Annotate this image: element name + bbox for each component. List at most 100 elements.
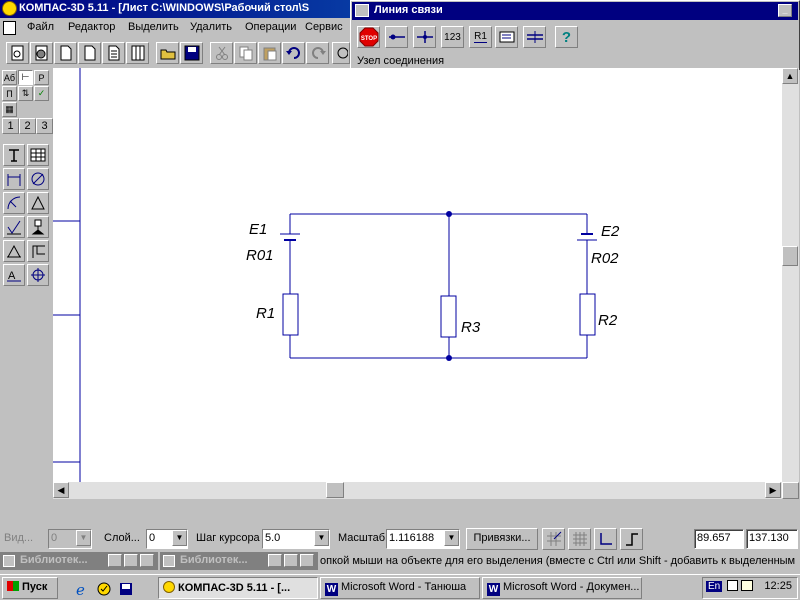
menu-edit[interactable]: Редактор <box>68 21 115 33</box>
schematic-drawing: E1 R01 R1 R3 E2 R02 R2 <box>53 68 620 482</box>
text-tab-icon[interactable]: Р <box>34 70 49 85</box>
params-tab-icon[interactable]: ✓ <box>34 86 49 101</box>
vertical-scrollbar[interactable]: ▲ ▼ <box>782 68 799 499</box>
node-button[interactable] <box>413 26 436 48</box>
outlook-icon[interactable] <box>92 578 115 600</box>
layer-select[interactable]: 0 ▼ <box>146 529 188 549</box>
start-label: Пуск <box>22 581 48 593</box>
diameter-dim-icon[interactable] <box>27 168 49 190</box>
taskbar-word-1[interactable]: W Microsoft Word - Танюша <box>320 577 480 599</box>
leader-icon[interactable] <box>3 240 25 262</box>
close-button[interactable]: ✕ <box>300 554 314 567</box>
r3-resistor <box>440 295 457 338</box>
maximize-button[interactable]: □ <box>124 554 138 567</box>
taskbar-word-2[interactable]: W Microsoft Word - Докумен... <box>482 577 642 599</box>
layer-label[interactable]: Слой... <box>104 532 140 544</box>
language-indicator[interactable]: En <box>706 581 723 592</box>
save-icon[interactable] <box>180 42 203 64</box>
new-document-icon[interactable] <box>54 42 77 64</box>
menu-file[interactable]: Файл <box>27 21 54 33</box>
menu-service[interactable]: Сервис <box>305 21 343 33</box>
menu-delete[interactable]: Удалить <box>190 21 232 33</box>
scroll-right-arrow-icon[interactable]: ▶ <box>765 482 781 498</box>
ie-icon[interactable]: e <box>70 578 93 600</box>
paste-icon[interactable] <box>258 42 281 64</box>
library-icon <box>163 555 175 567</box>
table-tool-icon[interactable] <box>27 144 49 166</box>
copy-icon[interactable] <box>234 42 257 64</box>
open-folder-icon[interactable] <box>156 42 179 64</box>
new-table-icon[interactable] <box>126 42 149 64</box>
angular-dim-icon[interactable] <box>27 192 49 214</box>
tab-1[interactable]: 1 <box>2 118 19 134</box>
numbering-button[interactable]: 123 <box>441 26 464 48</box>
horizontal-scrollbar[interactable]: ◀ ▶ <box>53 482 782 499</box>
stop-button[interactable]: STOP <box>357 26 380 48</box>
snap-grid-icon[interactable] <box>542 528 565 550</box>
base-icon[interactable] <box>27 216 49 238</box>
center-mark-icon[interactable] <box>27 264 49 286</box>
maximize-button[interactable]: □ <box>284 554 298 567</box>
linear-dim-icon[interactable] <box>3 168 25 190</box>
label-e2: E2 <box>601 223 620 240</box>
local-cs-icon[interactable] <box>594 528 617 550</box>
link-panel-title-bar[interactable]: Линия связи _ <box>352 2 798 20</box>
new-fragment-icon[interactable] <box>30 42 53 64</box>
taskbar-kompas[interactable]: КОМПАС-3D 5.11 - [... <box>158 577 318 599</box>
svg-text:A: A <box>8 270 16 282</box>
help-button[interactable]: ? <box>555 26 578 48</box>
line-segment-button[interactable] <box>385 26 408 48</box>
restore-button[interactable]: ▭ <box>268 554 282 567</box>
rough-icon[interactable] <box>3 216 25 238</box>
tab-3[interactable]: 3 <box>36 118 53 134</box>
minimize-button[interactable]: _ <box>778 4 792 17</box>
library-window-2[interactable]: Библиотек... ▭ □ ✕ <box>160 552 318 570</box>
step-select[interactable]: 5.0 ▼ <box>262 529 330 549</box>
scale-select[interactable]: 1.116188 ▼ <box>386 529 460 549</box>
geometry-tab-icon[interactable]: ⊢ <box>18 70 33 85</box>
view-select[interactable]: 0 ▼ <box>48 529 92 549</box>
menu-select[interactable]: Выделить <box>128 21 179 33</box>
step-label: Шаг курсора <box>196 532 260 544</box>
properties-button[interactable] <box>495 26 518 48</box>
text-tool-icon[interactable] <box>3 144 25 166</box>
close-button[interactable]: ✕ <box>140 554 154 567</box>
scroll-up-arrow-icon[interactable]: ▲ <box>782 68 798 84</box>
horizontal-scroll-thumb[interactable] <box>326 482 344 498</box>
redo-icon[interactable] <box>306 42 329 64</box>
chevron-down-icon: ▼ <box>172 530 187 546</box>
tolerance-icon[interactable]: A <box>3 264 25 286</box>
undo-icon[interactable] <box>282 42 305 64</box>
radial-dim-icon[interactable] <box>3 192 25 214</box>
start-button[interactable]: Пуск <box>2 577 58 599</box>
view-label[interactable]: Вид... <box>4 532 33 544</box>
desktop-icon[interactable] <box>114 578 137 600</box>
link-line-panel: Линия связи _ STOP 123 R1 ? Узел соедине… <box>350 0 800 70</box>
refresh-icon[interactable] <box>332 42 350 64</box>
tab-2[interactable]: 2 <box>19 118 36 134</box>
word-icon: W <box>325 583 338 596</box>
library-window-1[interactable]: Библиотек... ▭ □ ✕ <box>0 552 158 570</box>
edit-tab-icon[interactable]: ⇅ <box>18 86 33 101</box>
scroll-left-arrow-icon[interactable]: ◀ <box>53 482 69 498</box>
drawing-canvas[interactable]: E1 R01 R1 R3 E2 R02 R2 <box>53 68 782 482</box>
new-sheet-icon[interactable] <box>6 42 29 64</box>
printer-icon[interactable] <box>727 580 739 591</box>
dimension-tab-icon[interactable]: Аб <box>2 70 17 85</box>
new-text-icon[interactable] <box>78 42 101 64</box>
frame-tab-icon[interactable]: П <box>2 86 17 101</box>
cut-icon[interactable] <box>210 42 233 64</box>
restore-button[interactable]: ▭ <box>108 554 122 567</box>
label-e1: E1 <box>249 221 267 238</box>
bus-button[interactable] <box>523 26 546 48</box>
label-button[interactable]: R1 <box>469 26 492 48</box>
mail-icon[interactable] <box>741 580 754 591</box>
position-icon[interactable] <box>27 240 49 262</box>
measure-tab-icon[interactable]: ▦ <box>2 102 17 117</box>
vertical-scroll-thumb[interactable] <box>782 246 798 266</box>
grid-icon[interactable] <box>568 528 591 550</box>
snap-button[interactable]: Привязки... <box>466 528 538 550</box>
menu-operations[interactable]: Операции <box>245 21 296 33</box>
new-spec-icon[interactable] <box>102 42 125 64</box>
ortho-mode-icon[interactable] <box>620 528 643 550</box>
